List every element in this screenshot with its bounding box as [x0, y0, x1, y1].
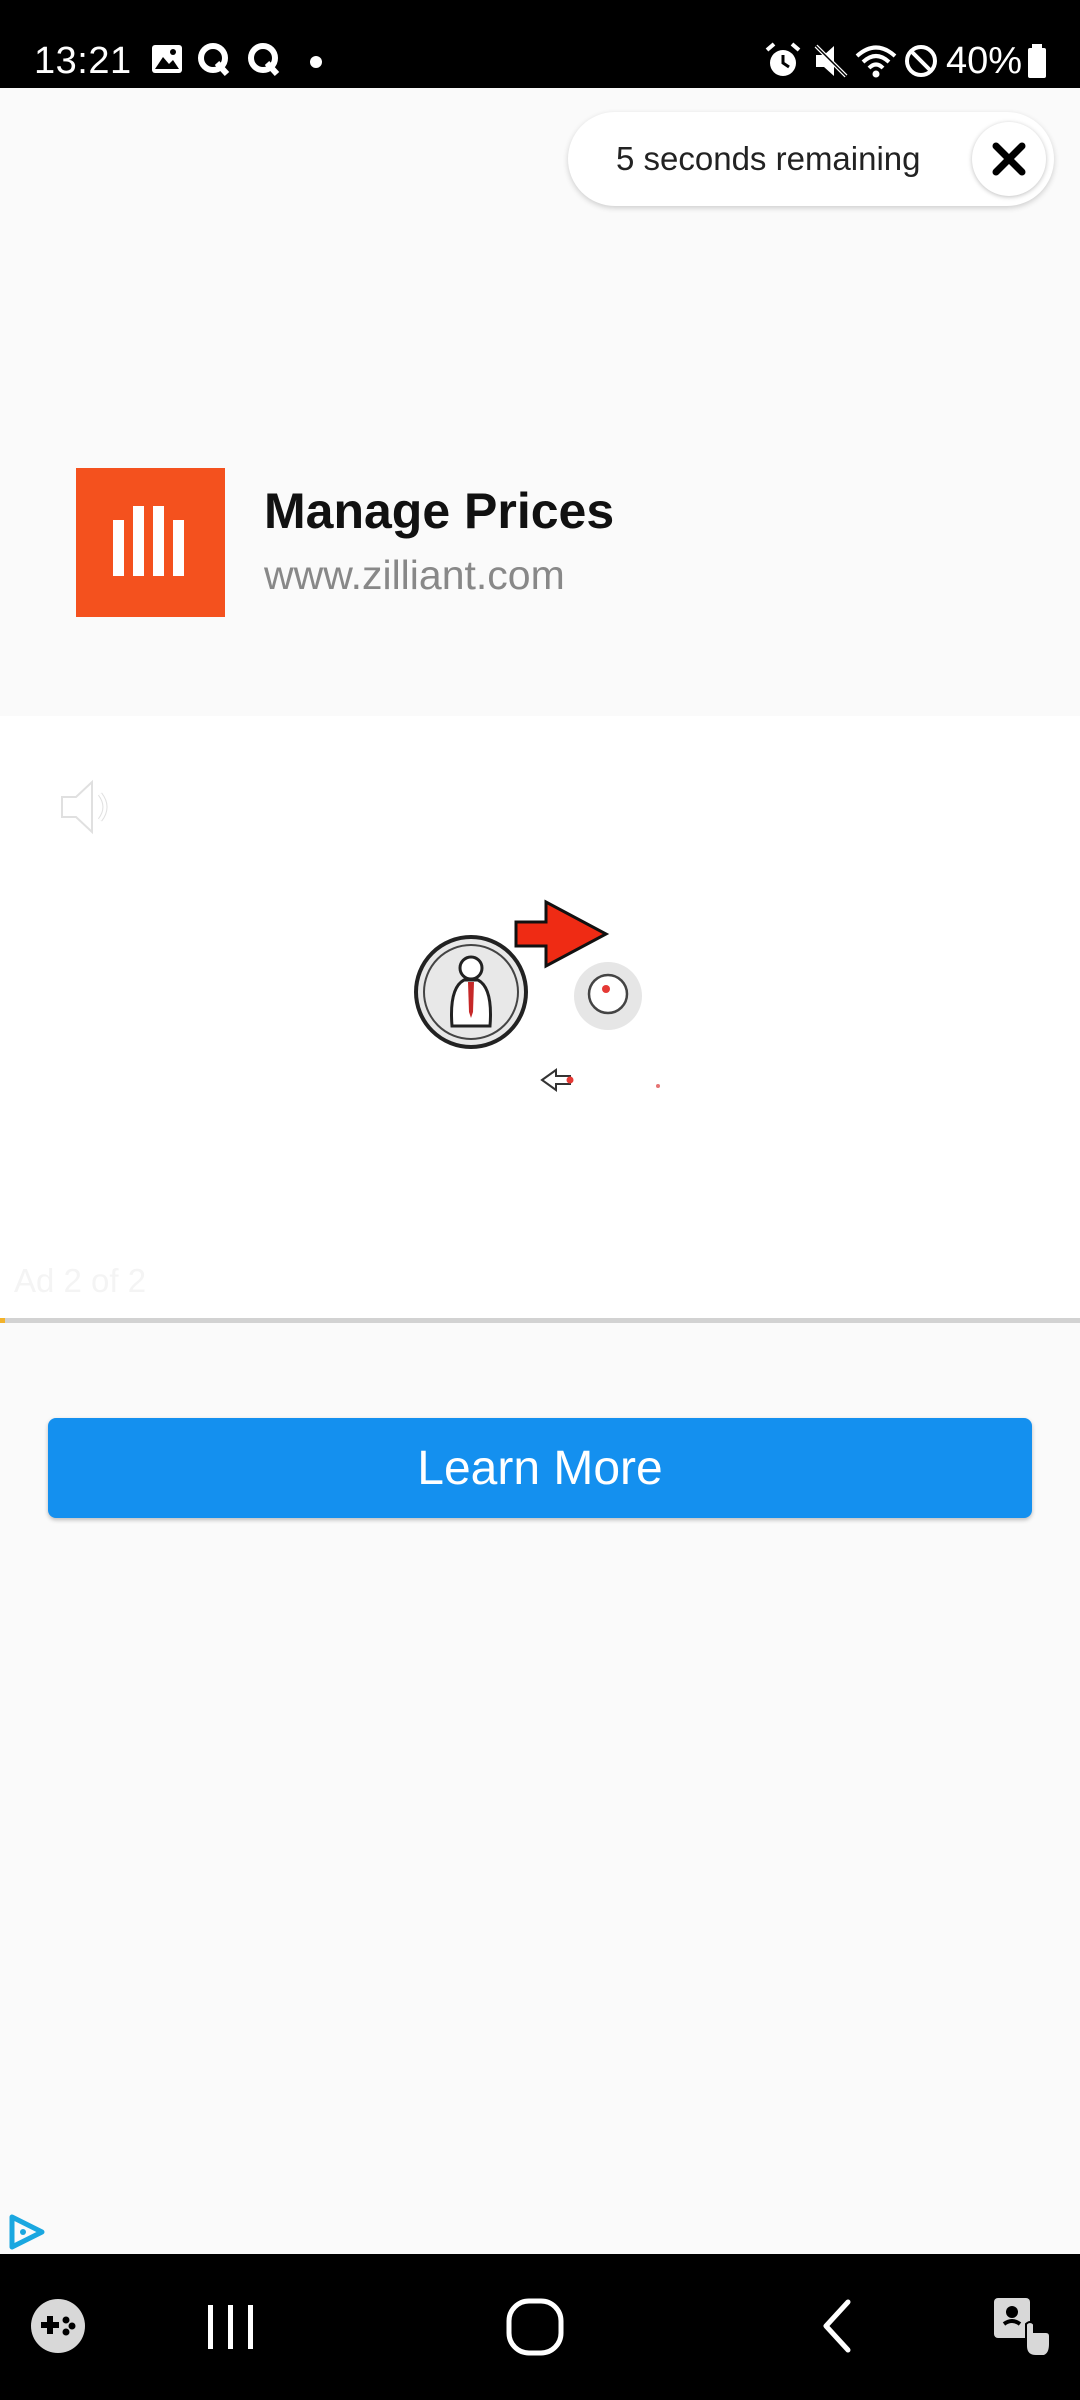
ad-counter: Ad 2 of 2 [14, 1262, 147, 1299]
ad-video-frame [414, 899, 660, 1092]
wifi-icon [855, 45, 897, 78]
mute-icon [814, 44, 848, 78]
battery-level: 40% [946, 40, 1023, 82]
do-not-disturb-icon [905, 45, 937, 77]
advertiser-url[interactable]: www.zilliant.com [264, 552, 565, 599]
alarm-icon [765, 42, 801, 76]
close-icon [992, 142, 1026, 176]
game-launcher-icon[interactable] [28, 2296, 88, 2356]
ad-video[interactable]: Ad 2 of 2 [0, 716, 1080, 1322]
gallery-icon [152, 45, 182, 73]
accessibility-icon[interactable] [990, 2294, 1054, 2360]
q-app-icon [198, 43, 230, 77]
ad-timer: 5 seconds remaining [568, 112, 1054, 206]
close-ad-button[interactable] [972, 122, 1046, 196]
home-icon[interactable] [504, 2296, 566, 2358]
learn-more-button[interactable]: Learn More [48, 1418, 1032, 1518]
video-progress-fill [0, 1318, 6, 1323]
status-bar: 13:21 40% [0, 0, 1080, 88]
speaker-icon[interactable] [56, 772, 126, 842]
timer-text: 5 seconds remaining [616, 140, 921, 177]
recent-apps-icon[interactable] [202, 2299, 260, 2355]
bars-logo-icon [113, 506, 184, 576]
back-icon[interactable] [816, 2298, 860, 2354]
advertiser-title[interactable]: Manage Prices [264, 482, 614, 540]
q-app-icon [248, 43, 280, 77]
advertiser-logo[interactable] [76, 468, 225, 617]
dot-icon [310, 56, 322, 68]
navigation-bar [0, 2254, 1080, 2400]
video-progress-bar [0, 1318, 1080, 1323]
battery-icon [1028, 44, 1046, 78]
adchoices-icon[interactable] [6, 2212, 46, 2252]
status-time: 13:21 [34, 40, 132, 82]
